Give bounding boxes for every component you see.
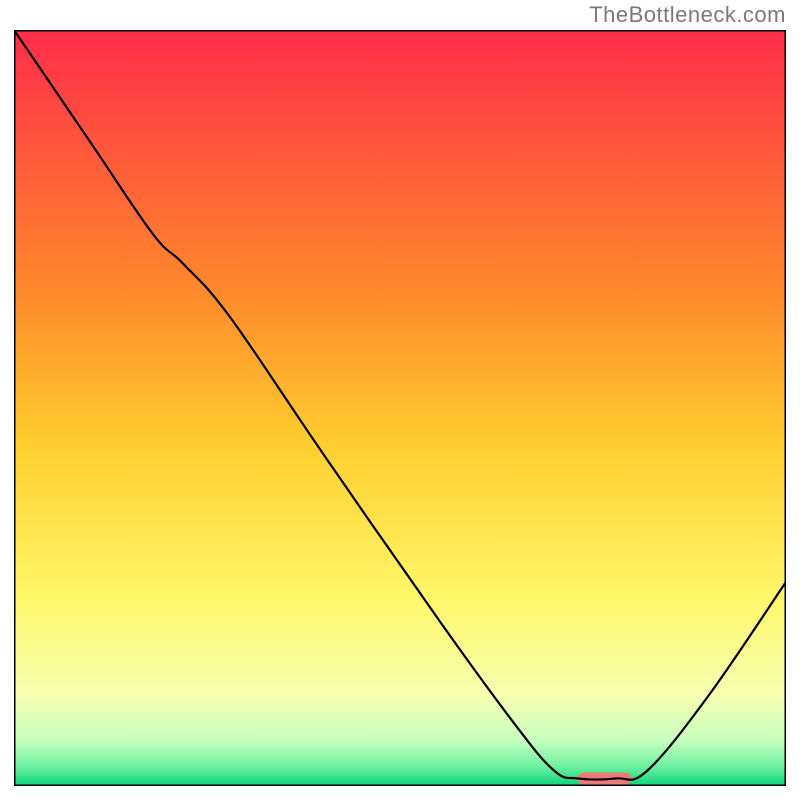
chart-background [14, 30, 786, 786]
bottleneck-chart [14, 30, 786, 786]
attribution-label: TheBottleneck.com [589, 2, 786, 28]
